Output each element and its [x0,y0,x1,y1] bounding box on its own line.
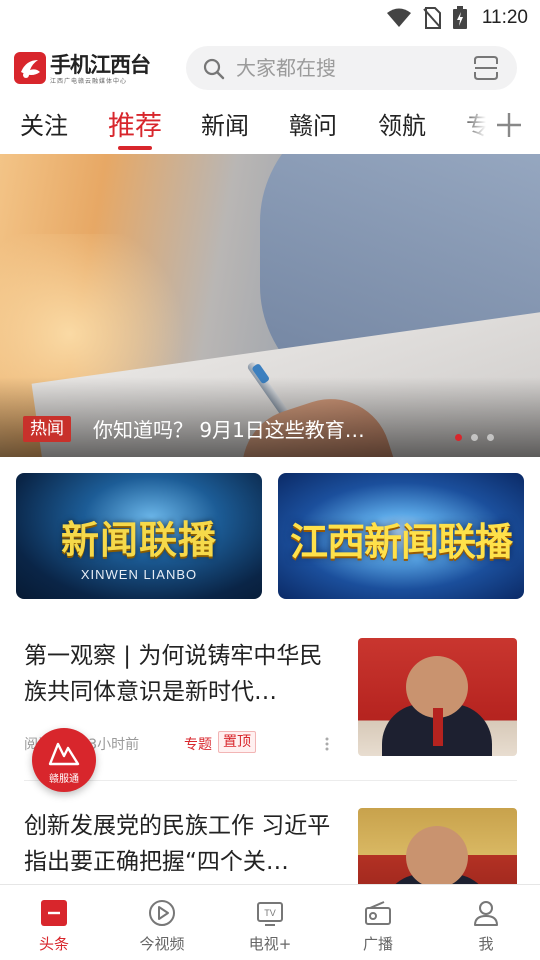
nav-radio[interactable]: 广播 [324,885,432,960]
play-icon [149,900,175,926]
battery-charging-icon [452,6,467,29]
status-time: 11:20 [481,7,528,28]
news-thumbnail[interactable] [358,638,517,756]
channel-tabs: 关注 推荐 新闻 赣问 领航 专 [0,100,540,152]
status-bar: 11:20 [0,0,540,36]
bottom-navigation: 头条 今视频 TV 电视+ 广播 我 [0,884,540,960]
logo-subtitle: 江西广电赣云融媒体中心 [50,78,128,85]
tab-news[interactable]: 新闻 [201,106,249,141]
carousel-dots [455,434,494,441]
scan-icon[interactable] [473,55,499,81]
add-channel-icon[interactable] [494,110,524,140]
topic-tag[interactable]: 专题 [184,734,212,754]
nav-tv[interactable]: TV 电视+ [216,885,324,960]
user-icon [474,901,498,926]
search-icon [203,58,225,80]
nav-label: 广播 [362,935,393,953]
tab-ganwen[interactable]: 赣问 [289,106,337,141]
carousel-dot[interactable] [455,434,462,441]
logo-text: 手机江西台 [50,53,151,77]
carousel-dot[interactable] [487,434,494,441]
status-icons: 11:20 [386,6,528,30]
news-title[interactable]: 第一观察 | 为何说铸牢中华民族共同体意识是新时代… [24,638,334,710]
tab-fade [458,100,498,152]
hot-badge: 热闻 [23,416,71,442]
radio-icon [365,901,391,925]
tab-recommend[interactable]: 推荐 [108,104,162,143]
float-button-label: 赣服通 [49,774,79,785]
tab-follow[interactable]: 关注 [20,106,68,141]
app-logo[interactable]: 手机江西台 江西广电赣云融媒体中心 [14,52,164,86]
program-card-jiangxi-xinwen-lianbo[interactable]: 江西新闻联播 [278,473,524,599]
active-tab-indicator [118,146,152,150]
nav-me[interactable]: 我 [432,885,540,960]
tab-linghang[interactable]: 领航 [378,106,426,141]
wifi-icon [386,8,411,27]
search-bar[interactable] [186,46,517,90]
program-subtitle: XINWEN LIANBO [80,567,198,582]
nav-label: 电视+ [248,935,292,953]
search-input[interactable] [236,46,456,90]
carousel-dot[interactable] [471,434,478,441]
headline-icon [41,900,67,926]
ganfutong-float-button[interactable]: 赣服通 [32,728,96,792]
more-options-icon[interactable] [321,736,333,752]
logo-mark-icon [21,60,40,78]
nav-headline[interactable]: 头条 [0,885,108,960]
nav-label: 头条 [38,935,69,953]
nav-label: 今视频 [139,935,185,953]
no-sim-icon [423,7,441,29]
news-title[interactable]: 创新发展党的民族工作 习近平指出要正确把握“四个关… [24,808,334,880]
news-item[interactable]: 创新发展党的民族工作 习近平指出要正确把握“四个关… [0,790,540,890]
nav-video[interactable]: 今视频 [108,885,216,960]
svg-text:TV: TV [264,908,276,918]
program-title: 新闻联播 [60,518,217,562]
program-card-xinwen-lianbo[interactable]: 新闻联播 XINWEN LIANBO [16,473,262,599]
pinned-badge: 置顶 [218,731,256,753]
ganfutong-logo-icon [48,742,80,766]
tv-icon: TV [257,902,283,926]
news-thumbnail[interactable] [358,808,517,890]
divider [24,780,517,781]
thumbnail-tie [433,708,443,746]
hero-banner[interactable] [0,154,540,457]
header: 手机江西台 江西广电赣云融媒体中心 [0,44,540,92]
program-title: 江西新闻联播 [289,520,513,564]
banner-title[interactable]: 你知道吗？ 9月1日这些教育… [93,414,365,443]
logo-badge-icon [14,52,46,84]
thumbnail-face [406,826,468,888]
nav-label: 我 [478,935,494,953]
